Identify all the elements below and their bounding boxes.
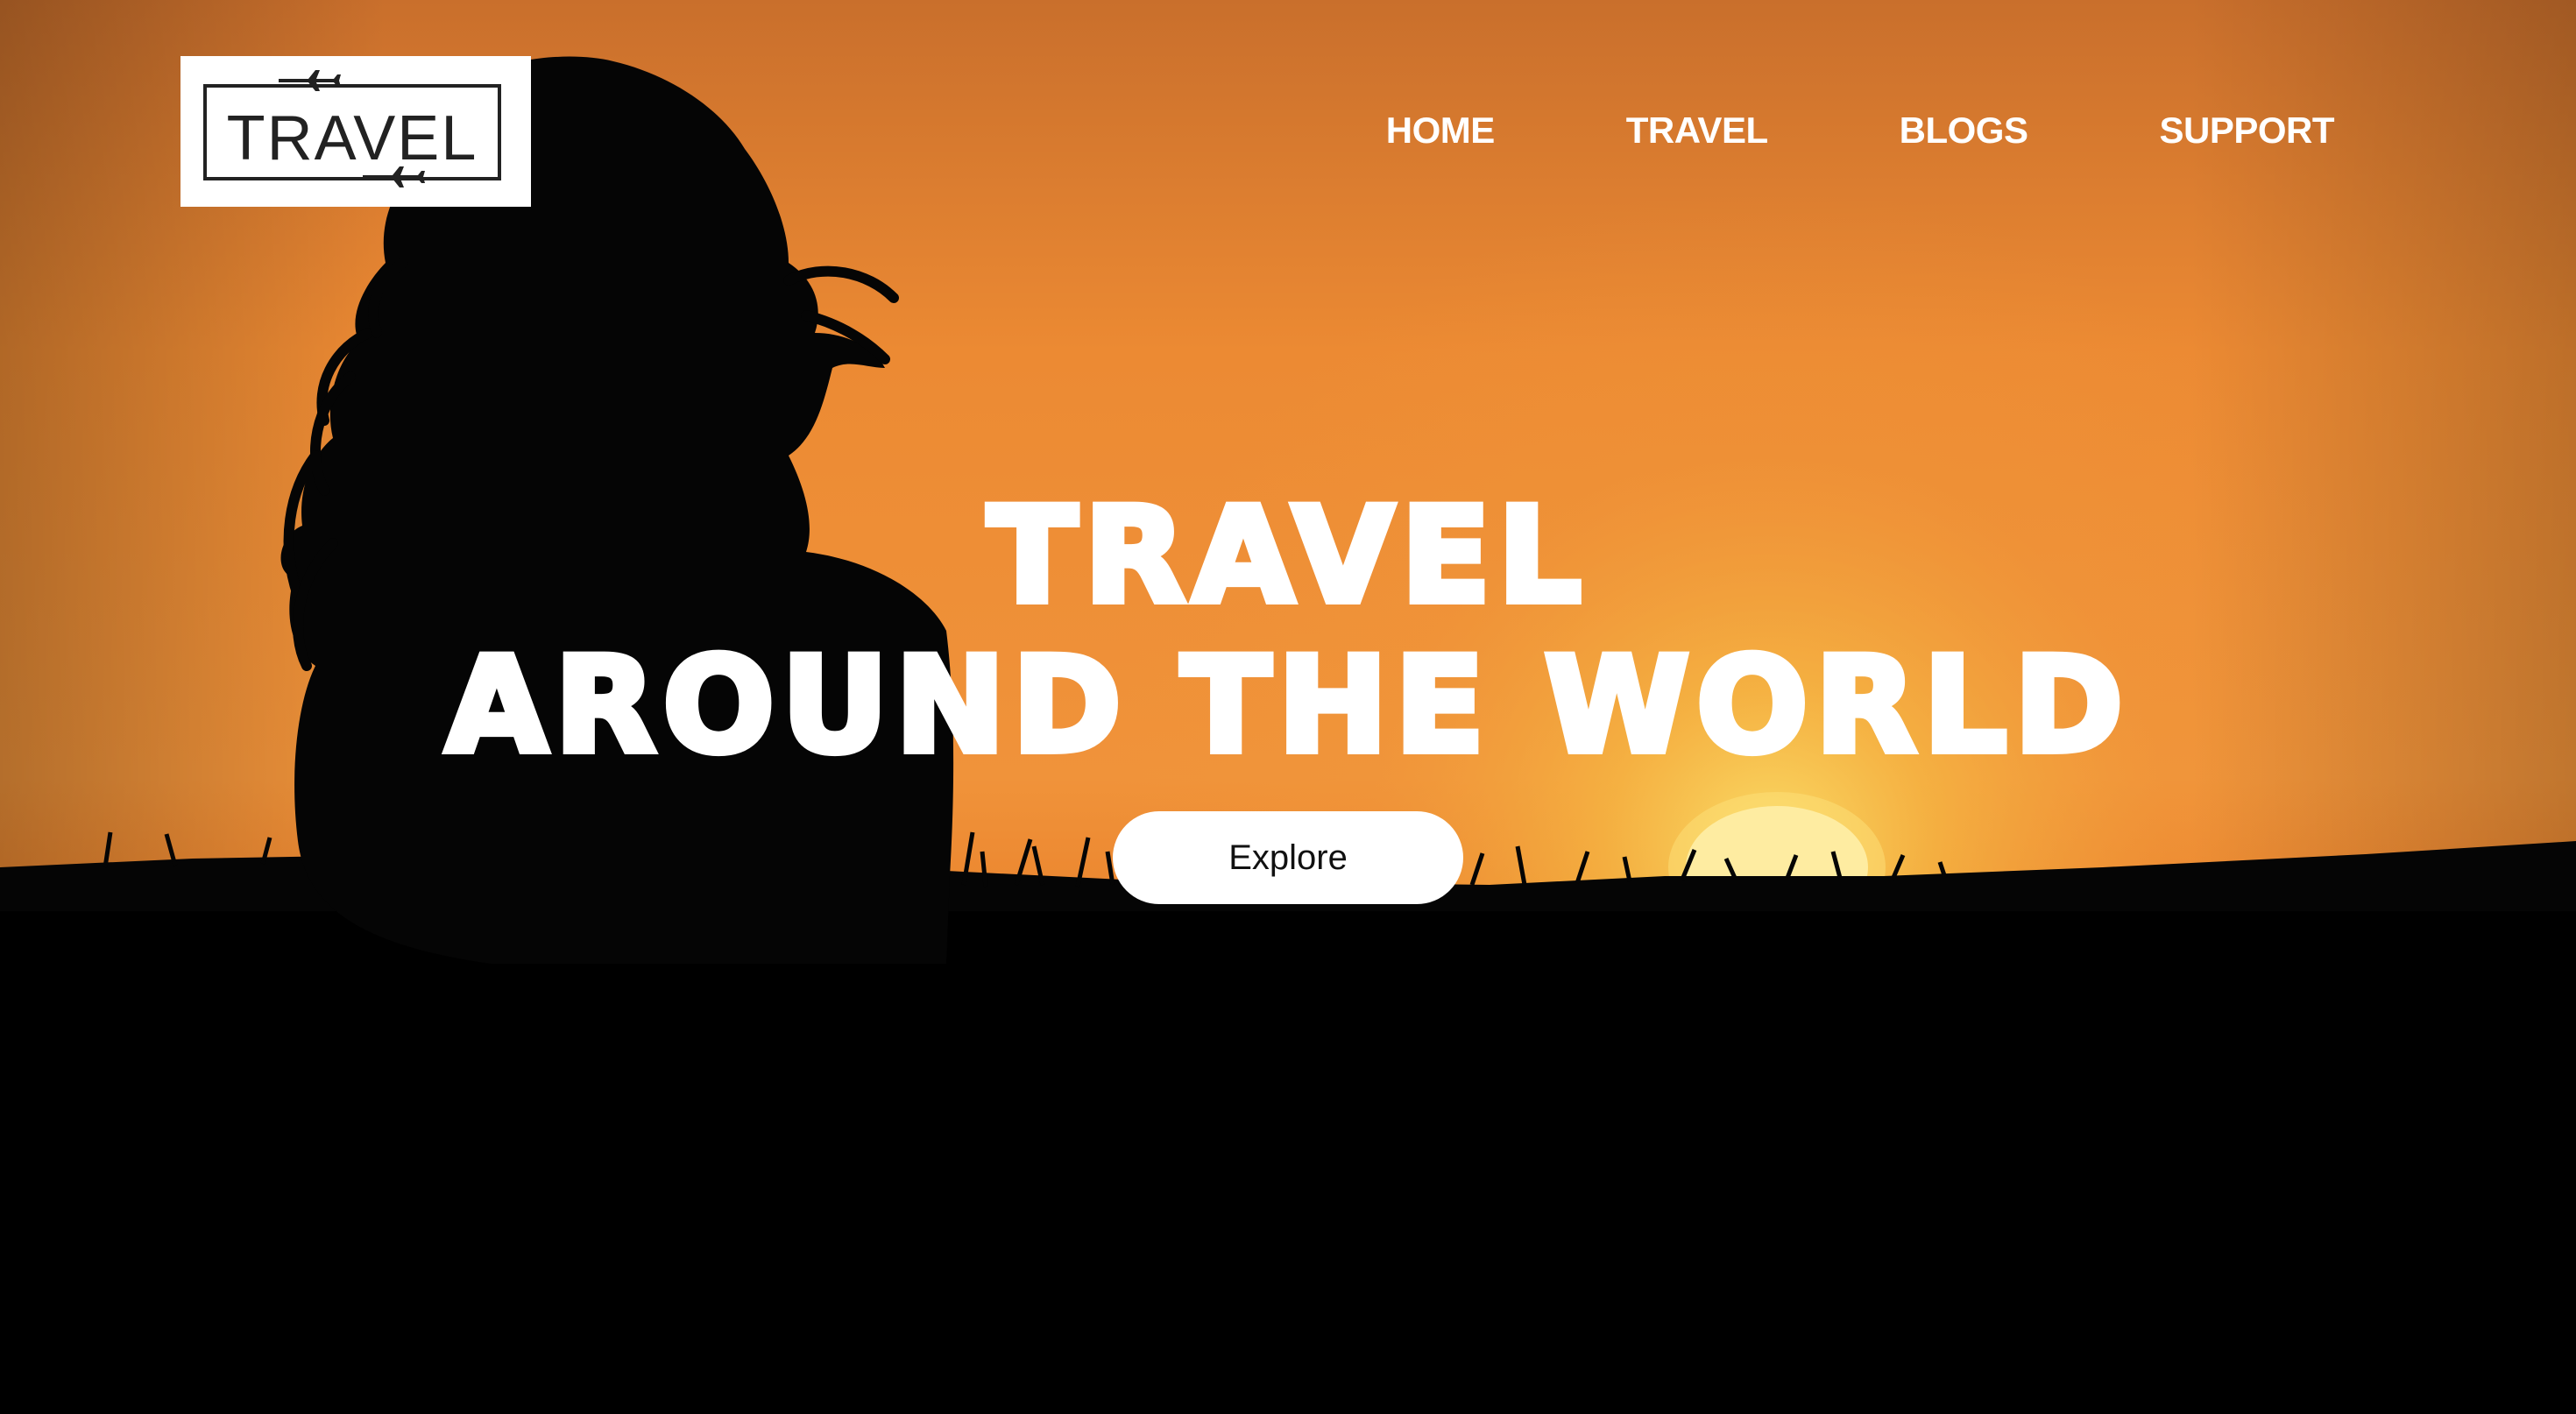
travel-logo[interactable]: TRAVEL [180, 56, 531, 207]
main-nav: HOME TRAVEL BLOGS SUPPORT [1386, 103, 2335, 158]
nav-travel[interactable]: TRAVEL [1626, 103, 1768, 158]
nav-home[interactable]: HOME [1386, 103, 1496, 158]
nav-support[interactable]: SUPPORT [2159, 103, 2334, 158]
nav-blogs[interactable]: BLOGS [1900, 103, 2028, 158]
hero-title-line1: TRAVEL [984, 478, 1589, 634]
hero-headline: TRAVEL AROUND THE WORLD [0, 478, 2576, 785]
explore-button[interactable]: Explore [1113, 811, 1463, 904]
logo-text: TRAVEL [227, 103, 478, 173]
landing-page: TRAVEL HOME TRAVEL BLOGS SUPPORT TRAVEL … [0, 0, 2576, 1414]
hero-title-line2: AROUND THE WORLD [442, 627, 2131, 785]
